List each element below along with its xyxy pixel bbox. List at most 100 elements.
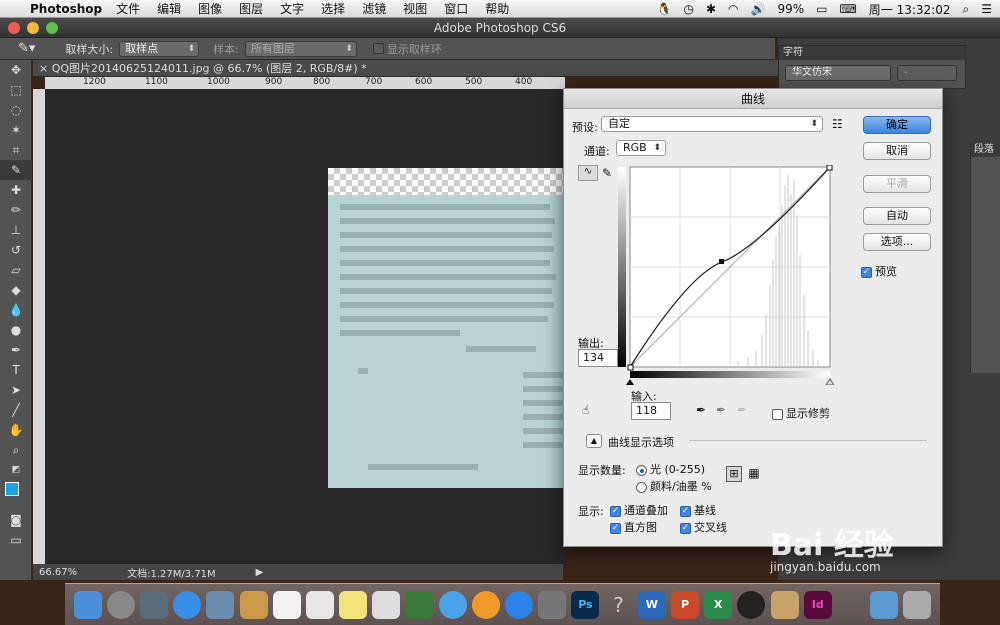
blur-tool-icon[interactable]: 💧 [0,300,32,320]
black-eyedropper-icon[interactable]: ✒ [696,403,706,417]
reminders-icon[interactable] [305,590,334,619]
eyedropper-preset-icon[interactable]: ✎▾ [18,41,35,56]
menu-select[interactable]: 选择 [321,0,345,17]
menu-window[interactable]: 窗口 [444,0,468,17]
channel-overlay-option[interactable]: ✓ 通道叠加 [610,502,668,518]
pigment-option[interactable]: 颜料/油墨 % [636,478,712,494]
curve-point-tool-icon[interactable]: ∿ [578,165,598,181]
doc-size[interactable]: 文档:1.27M/3.71M [127,565,216,580]
healing-brush-tool-icon[interactable]: ✚ [0,180,32,200]
pigment-radio[interactable] [636,481,647,493]
color-swatches[interactable] [0,480,32,510]
foreground-color-swatch[interactable] [5,482,19,496]
type-tool-icon[interactable]: T [0,360,32,380]
cancel-button[interactable]: 取消 [863,142,931,160]
eraser-tool-icon[interactable]: ▱ [0,260,32,280]
system-preferences-icon[interactable] [538,590,567,619]
battery-percent[interactable]: 99% [777,2,804,16]
input-field[interactable]: 118 [631,402,671,420]
line-tool-icon[interactable]: ╱ [0,400,32,420]
menu-help[interactable]: 帮助 [485,0,509,17]
curve-control-point[interactable] [719,259,724,264]
zoom-tool-icon[interactable]: ⌕ [0,440,32,460]
menu-layer[interactable]: 图层 [239,0,263,17]
volume-icon[interactable]: 🔊 [750,2,765,16]
dodge-tool-icon[interactable]: ● [0,320,32,340]
trash-icon[interactable] [903,590,932,619]
disclosure-triangle-icon[interactable]: ▲ [586,434,602,448]
menu-type[interactable]: 文字 [280,0,304,17]
grid-4x4-icon[interactable]: ⊞ [726,466,742,482]
menu-image[interactable]: 图像 [198,0,222,17]
pencil-tool-icon[interactable]: ✎ [602,166,612,180]
powerpoint-icon[interactable]: P [670,590,699,619]
close-window-button[interactable] [8,22,20,34]
help-icon[interactable]: ? [605,591,633,619]
preset-select[interactable]: 自定 ⬍ [601,116,823,132]
show-clipping-checkbox[interactable] [772,408,783,420]
photoshop-icon[interactable]: Ps [571,590,600,619]
curve-endpoint-white[interactable] [826,165,833,171]
status-menu-arrow-icon[interactable]: ▶ [256,567,264,578]
close-tab-icon[interactable]: × [39,62,48,75]
menu-view[interactable]: 视图 [403,0,427,17]
launchpad-icon[interactable] [106,590,135,619]
intersection-checkbox[interactable]: ✓ [680,522,691,534]
word-icon[interactable]: W [637,590,666,619]
histogram-checkbox[interactable]: ✓ [610,522,621,534]
photo-booth-icon[interactable] [405,590,434,619]
hand-tool-icon[interactable]: ✋ [0,420,32,440]
default-colors-icon[interactable]: ◩ [0,460,32,480]
notes-icon[interactable] [339,590,368,619]
brush-tool-icon[interactable]: ✏ [0,200,32,220]
wifi-icon[interactable]: ◠ [728,2,738,16]
preview-app-icon[interactable] [372,590,401,619]
histogram-option[interactable]: ✓ 直方图 [610,519,657,535]
clone-stamp-tool-icon[interactable]: ⊥ [0,220,32,240]
eyedropper-tool-icon[interactable]: ✎ [0,160,32,180]
document-tab[interactable]: × QQ图片20140625124011.jpg @ 66.7% (图层 2, … [33,60,778,77]
app-store-icon[interactable] [505,590,534,619]
calendar-icon[interactable] [272,590,301,619]
zoom-window-button[interactable] [46,22,58,34]
channel-select[interactable]: RGB ⬍ [616,140,666,156]
search-icon[interactable]: ⌕ [963,2,970,17]
zoom-level[interactable]: 66.67% [39,567,77,578]
sample-size-select[interactable]: 取样点 [119,40,200,57]
light-option[interactable]: 光 (0-255) [636,461,705,477]
smooth-button[interactable]: 平滑 [863,175,931,193]
screen-mode-icon[interactable]: ▭ [0,530,32,550]
app-name-menu[interactable]: Photoshop [30,2,102,16]
menu-file[interactable]: 文件 [116,0,140,17]
indesign-icon[interactable]: Id [803,590,832,619]
archive-icon[interactable] [770,590,799,619]
ibooks-icon[interactable] [471,590,500,619]
baseline-option[interactable]: ✓ 基线 [680,502,716,518]
font-family-select[interactable]: 华文仿宋 [785,65,891,81]
safari-icon[interactable] [173,590,202,619]
excel-icon[interactable]: X [704,590,733,619]
menu-edit[interactable]: 编辑 [157,0,181,17]
ok-button[interactable]: 确定 [863,116,931,134]
paint-bucket-tool-icon[interactable]: ◆ [0,280,32,300]
auto-button[interactable]: 自动 [863,207,931,225]
downloads-folder-icon[interactable] [870,590,899,619]
crop-tool-icon[interactable]: ⌗ [0,140,32,160]
curve-endpoint-black[interactable] [627,364,634,371]
light-radio[interactable] [636,464,647,476]
preview-option[interactable]: ✓ 预览 [861,263,897,279]
mail-icon[interactable] [206,590,235,619]
grid-10x10-icon[interactable]: ▦ [746,466,762,482]
clock[interactable]: 周一 13:32:02 [869,1,951,18]
pen-tool-icon[interactable]: ✒ [0,340,32,360]
time-machine-icon[interactable]: ◷ [683,2,693,16]
show-ring-checkbox[interactable] [372,43,384,54]
preview-checkbox[interactable]: ✓ [861,266,872,278]
finder-icon[interactable] [73,590,102,619]
qq-status-icon[interactable]: 🐧 [657,2,672,16]
options-button[interactable]: 选项... [863,233,931,251]
magic-wand-tool-icon[interactable]: ✶ [0,120,32,140]
lasso-tool-icon[interactable]: ◌ [0,100,32,120]
sample-select[interactable]: 所有图层 [244,40,357,57]
marquee-tool-icon[interactable]: ⬚ [0,80,32,100]
